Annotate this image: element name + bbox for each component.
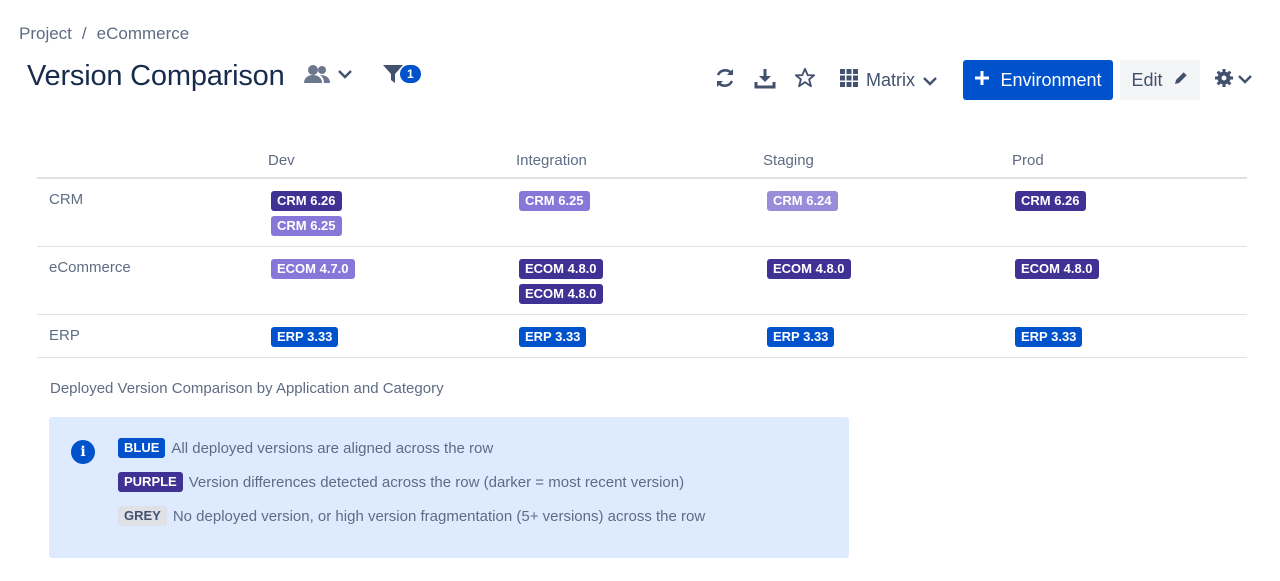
breadcrumb-separator: / (81, 24, 87, 43)
legend-item-purple: PURPLE Version differences detected acro… (118, 472, 684, 492)
table-cell: ERP 3.33 (767, 327, 835, 347)
column-header-staging: Staging (763, 152, 814, 169)
filter-count-badge: 1 (400, 65, 421, 83)
legend-item-grey: GREY No deployed version, or high versio… (118, 506, 705, 526)
breadcrumb: Project / eCommerce (19, 24, 189, 44)
version-lozenge[interactable]: CRM 6.25 (271, 216, 342, 236)
table-row: CRM CRM 6.26 CRM 6.25 CRM 6.25 CRM 6.24 … (37, 179, 1247, 247)
settings-menu[interactable] (1214, 60, 1252, 100)
chevron-down-icon (923, 70, 937, 91)
users-icon (304, 64, 330, 84)
table-cell: ERP 3.33 (1015, 327, 1083, 347)
table-cell: CRM 6.26 (1015, 191, 1086, 211)
version-lozenge[interactable]: ECOM 4.8.0 (519, 284, 603, 304)
add-environment-button[interactable]: Environment (963, 60, 1113, 100)
version-lozenge[interactable]: ERP 3.33 (767, 327, 835, 347)
table-cell: ERP 3.33 (519, 327, 587, 347)
breadcrumb-current-link[interactable]: eCommerce (97, 24, 190, 44)
row-label-ecommerce: eCommerce (49, 259, 131, 276)
view-selector-label: Matrix (866, 69, 915, 90)
info-icon: i (71, 440, 95, 464)
version-lozenge[interactable]: ERP 3.33 (1015, 327, 1083, 347)
legend-text-purple: Version differences detected across the … (188, 473, 685, 491)
favorite-button[interactable] (794, 60, 816, 100)
version-lozenge[interactable]: ERP 3.33 (519, 327, 587, 347)
version-matrix: Dev Integration Staging Prod CRM CRM 6.2… (37, 140, 1247, 358)
version-lozenge[interactable]: ECOM 4.8.0 (767, 259, 851, 279)
row-label-erp: ERP (49, 327, 80, 344)
table-cell: ECOM 4.8.0 (1015, 259, 1099, 279)
legend-text-blue: All deployed versions are aligned across… (171, 439, 494, 457)
column-header-integration: Integration (516, 152, 587, 169)
table-row: eCommerce ECOM 4.7.0 ECOM 4.8.0 ECOM 4.8… (37, 247, 1247, 315)
star-icon (794, 67, 816, 94)
audience-selector[interactable] (304, 64, 352, 84)
version-lozenge[interactable]: CRM 6.25 (519, 191, 590, 211)
table-cell: CRM 6.25 (519, 191, 590, 211)
table-cell: CRM 6.24 (767, 191, 838, 211)
breadcrumb-project-link[interactable]: Project (19, 24, 72, 44)
version-lozenge[interactable]: ECOM 4.8.0 (519, 259, 603, 279)
version-lozenge[interactable]: CRM 6.24 (767, 191, 838, 211)
matrix-header: Dev Integration Staging Prod (37, 140, 1247, 179)
row-label-crm: CRM (49, 191, 84, 208)
legend-text-grey: No deployed version, or high version fra… (172, 507, 706, 525)
legend-tag-purple: PURPLE (118, 472, 183, 492)
grid-icon (840, 68, 858, 92)
table-cell: ERP 3.33 (271, 327, 339, 347)
edit-button[interactable]: Edit (1120, 60, 1200, 100)
legend-tag-grey: GREY (118, 506, 167, 526)
legend-item-blue: BLUE All deployed versions are aligned a… (118, 438, 493, 458)
download-icon (754, 67, 776, 94)
version-lozenge[interactable]: ERP 3.33 (271, 327, 339, 347)
version-lozenge[interactable]: ECOM 4.8.0 (1015, 259, 1099, 279)
column-header-prod: Prod (1012, 152, 1044, 169)
plus-icon (974, 70, 990, 91)
gear-icon (1214, 68, 1234, 93)
legend-tag-blue: BLUE (118, 438, 166, 458)
table-cell: ECOM 4.8.0 ECOM 4.8.0 (519, 259, 603, 304)
chevron-down-icon (1238, 71, 1252, 89)
chevron-down-icon[interactable] (338, 69, 352, 79)
table-cell: CRM 6.26 CRM 6.25 (271, 191, 342, 236)
page-title: Version Comparison (27, 60, 285, 92)
legend-info-panel: i BLUE All deployed versions are aligned… (49, 417, 849, 558)
version-lozenge[interactable]: ECOM 4.7.0 (271, 259, 355, 279)
edit-label: Edit (1131, 69, 1163, 90)
refresh-icon (714, 67, 736, 94)
table-row: ERP ERP 3.33 ERP 3.33 ERP 3.33 ERP 3.33 (37, 315, 1247, 358)
table-cell: ECOM 4.7.0 (271, 259, 355, 279)
table-cell: ECOM 4.8.0 (767, 259, 851, 279)
table-caption: Deployed Version Comparison by Applicati… (50, 380, 444, 397)
view-selector[interactable]: Matrix (840, 60, 937, 100)
pencil-icon (1173, 70, 1189, 91)
version-lozenge[interactable]: CRM 6.26 (1015, 191, 1086, 211)
add-environment-label: Environment (1000, 69, 1102, 90)
version-lozenge[interactable]: CRM 6.26 (271, 191, 342, 211)
filter-button[interactable]: 1 (382, 64, 421, 84)
refresh-button[interactable] (714, 60, 736, 100)
column-header-dev: Dev (268, 152, 295, 169)
download-button[interactable] (754, 60, 776, 100)
